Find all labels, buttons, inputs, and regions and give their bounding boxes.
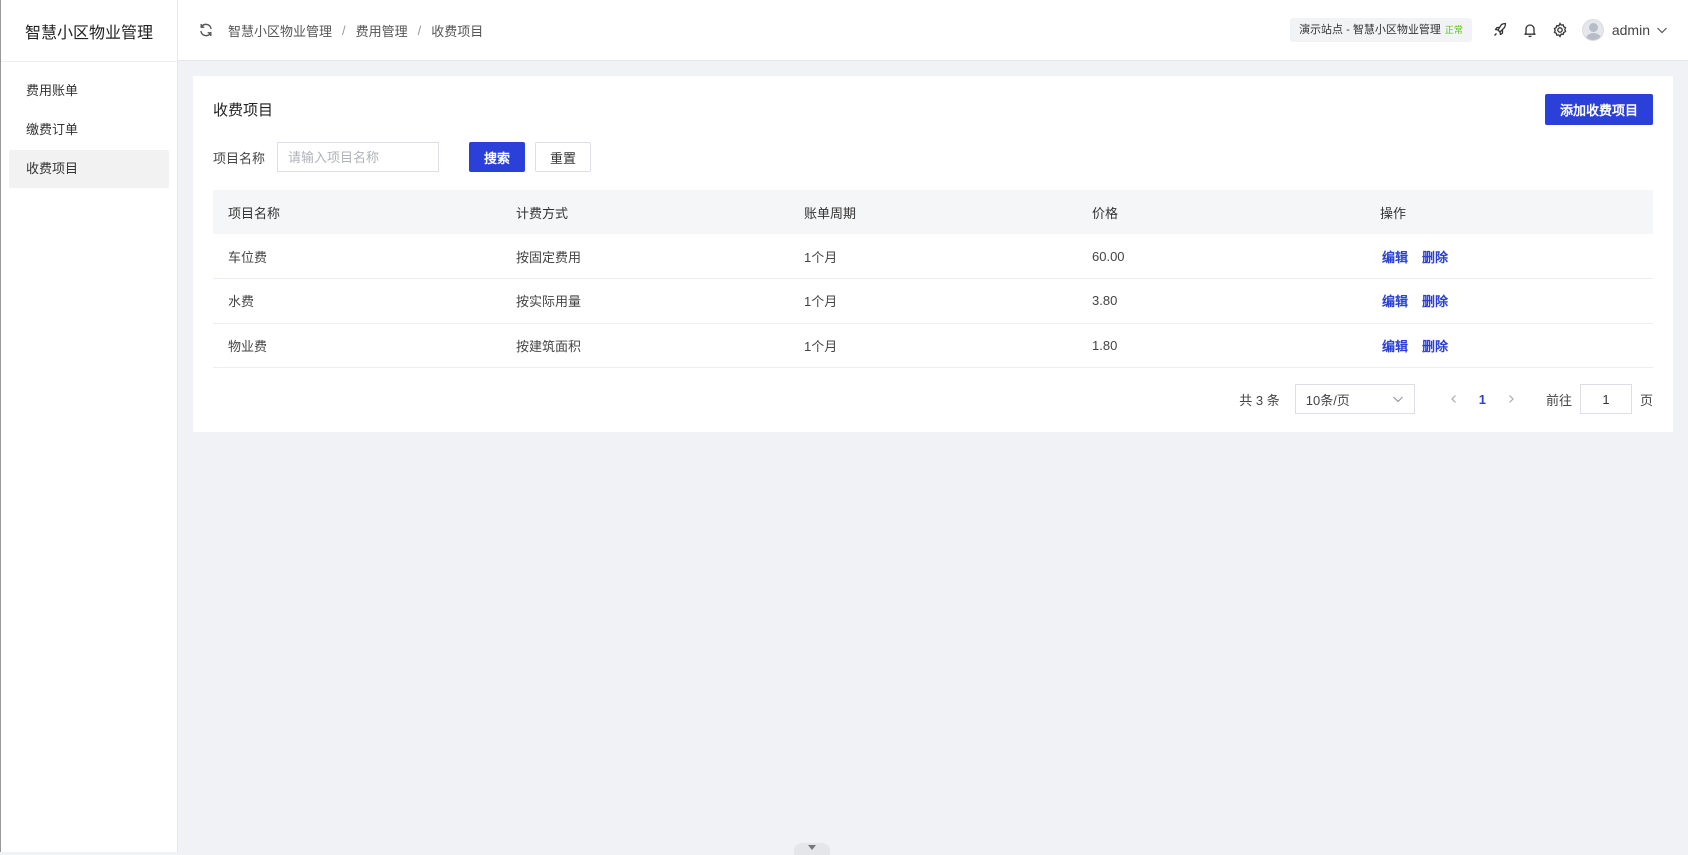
reset-button[interactable]: 重置 <box>535 142 592 172</box>
add-charge-item-button[interactable]: 添加收费项目 <box>1544 93 1653 125</box>
column-header-actions: 操作 <box>1365 190 1653 234</box>
column-header-period: 账单周期 <box>789 190 1077 234</box>
cell-name: 物业费 <box>213 323 501 368</box>
cell-actions: 编辑 删除 <box>1365 278 1653 324</box>
pagination: 共 3 条 10条/页 1 前往 页 <box>213 384 1653 414</box>
prev-page-icon[interactable] <box>1448 393 1460 405</box>
cell-method: 按建筑面积 <box>501 323 789 368</box>
refresh-icon[interactable] <box>198 22 214 38</box>
page-number-current[interactable]: 1 <box>1479 392 1486 407</box>
goto-page-input[interactable] <box>1579 384 1632 414</box>
sidebar: 智慧小区物业管理 费用账单 缴费订单 收费项目 <box>0 0 178 852</box>
table-row: 水费 按实际用量 1个月 3.80 编辑 删除 <box>213 278 1653 324</box>
breadcrumb-item-fee-management[interactable]: 费用管理 <box>356 21 408 40</box>
next-page-icon[interactable] <box>1505 393 1517 405</box>
breadcrumb-item-current: 收费项目 <box>431 23 484 39</box>
cell-method: 按实际用量 <box>501 278 789 324</box>
breadcrumb-separator: / <box>342 22 346 38</box>
search-button[interactable]: 搜索 <box>469 142 526 172</box>
page-size-select[interactable]: 10条/页 <box>1294 384 1415 414</box>
breadcrumb: 智慧小区物业管理 / 费用管理 / 收费项目 <box>228 21 483 40</box>
top-header: 智慧小区物业管理 / 费用管理 / 收费项目 演示站点 - 智慧小区物业管理 正常… <box>178 0 1688 61</box>
column-header-method: 计费方式 <box>501 190 789 234</box>
cell-period: 1个月 <box>789 323 1077 368</box>
search-label: 项目名称 <box>213 150 266 166</box>
site-tag: 演示站点 - 智慧小区物业管理 正常 <box>1290 18 1472 42</box>
charge-items-table: 项目名称 计费方式 账单周期 价格 操作 车位费 按固定费用 1个月 60.00… <box>213 190 1653 368</box>
main-card: 收费项目 添加收费项目 项目名称 搜索 重置 项目名称 计费方式 账单周期 价格… <box>193 76 1673 432</box>
column-header-name: 项目名称 <box>213 190 501 234</box>
card-header: 收费项目 添加收费项目 <box>213 76 1653 142</box>
cell-period: 1个月 <box>789 278 1077 324</box>
delete-link[interactable]: 删除 <box>1422 339 1448 354</box>
edit-link[interactable]: 编辑 <box>1382 250 1408 265</box>
edit-link[interactable]: 编辑 <box>1382 294 1408 309</box>
cell-name: 车位费 <box>213 234 501 279</box>
page-suffix: 页 <box>1639 392 1653 408</box>
rocket-icon[interactable] <box>1492 22 1508 38</box>
table-row: 车位费 按固定费用 1个月 60.00 编辑 删除 <box>213 234 1653 279</box>
breadcrumb-item-home[interactable]: 智慧小区物业管理 <box>228 21 332 40</box>
table-row: 物业费 按建筑面积 1个月 1.80 编辑 删除 <box>213 323 1653 368</box>
sidebar-item-orders[interactable]: 缴费订单 <box>9 111 169 149</box>
chevron-down-icon[interactable] <box>1656 24 1668 36</box>
sidebar-menu: 费用账单 缴费订单 收费项目 <box>1 62 177 199</box>
pagination-total: 共 3 条 <box>1239 392 1280 408</box>
caret-down-icon <box>808 845 816 850</box>
delete-link[interactable]: 删除 <box>1422 294 1448 309</box>
table-header-row: 项目名称 计费方式 账单周期 价格 操作 <box>213 190 1653 234</box>
collapse-toggle[interactable] <box>794 843 830 855</box>
sidebar-item-charge-items[interactable]: 收费项目 <box>9 150 169 188</box>
item-name-search-input[interactable] <box>277 142 440 172</box>
cell-price: 60.00 <box>1077 234 1365 279</box>
column-header-price: 价格 <box>1077 190 1365 234</box>
cell-price: 1.80 <box>1077 323 1365 368</box>
page-size-value: 10条/页 <box>1305 392 1350 408</box>
header-right: 演示站点 - 智慧小区物业管理 正常 admin <box>1290 18 1668 42</box>
bell-icon[interactable] <box>1522 22 1538 38</box>
cell-method: 按固定费用 <box>501 234 789 279</box>
delete-link[interactable]: 删除 <box>1422 250 1448 265</box>
sidebar-item-bills[interactable]: 费用账单 <box>9 72 169 110</box>
cell-name: 水费 <box>213 278 501 324</box>
site-tag-label: 演示站点 - 智慧小区物业管理 <box>1299 24 1441 36</box>
gear-icon[interactable] <box>1552 22 1568 38</box>
chevron-down-icon <box>1392 396 1403 403</box>
page-title: 收费项目 <box>213 101 274 119</box>
username[interactable]: admin <box>1612 22 1650 38</box>
cell-price: 3.80 <box>1077 278 1365 324</box>
cell-actions: 编辑 删除 <box>1365 323 1653 368</box>
breadcrumb-separator: / <box>417 22 422 38</box>
site-status-badge: 正常 <box>1444 25 1463 35</box>
search-form: 项目名称 搜索 重置 <box>213 142 1653 172</box>
app-logo-title: 智慧小区物业管理 <box>1 0 177 62</box>
avatar[interactable] <box>1581 19 1604 41</box>
edit-link[interactable]: 编辑 <box>1382 339 1408 354</box>
cell-period: 1个月 <box>789 234 1077 279</box>
cell-actions: 编辑 删除 <box>1365 234 1653 279</box>
goto-label: 前往 <box>1545 392 1572 408</box>
